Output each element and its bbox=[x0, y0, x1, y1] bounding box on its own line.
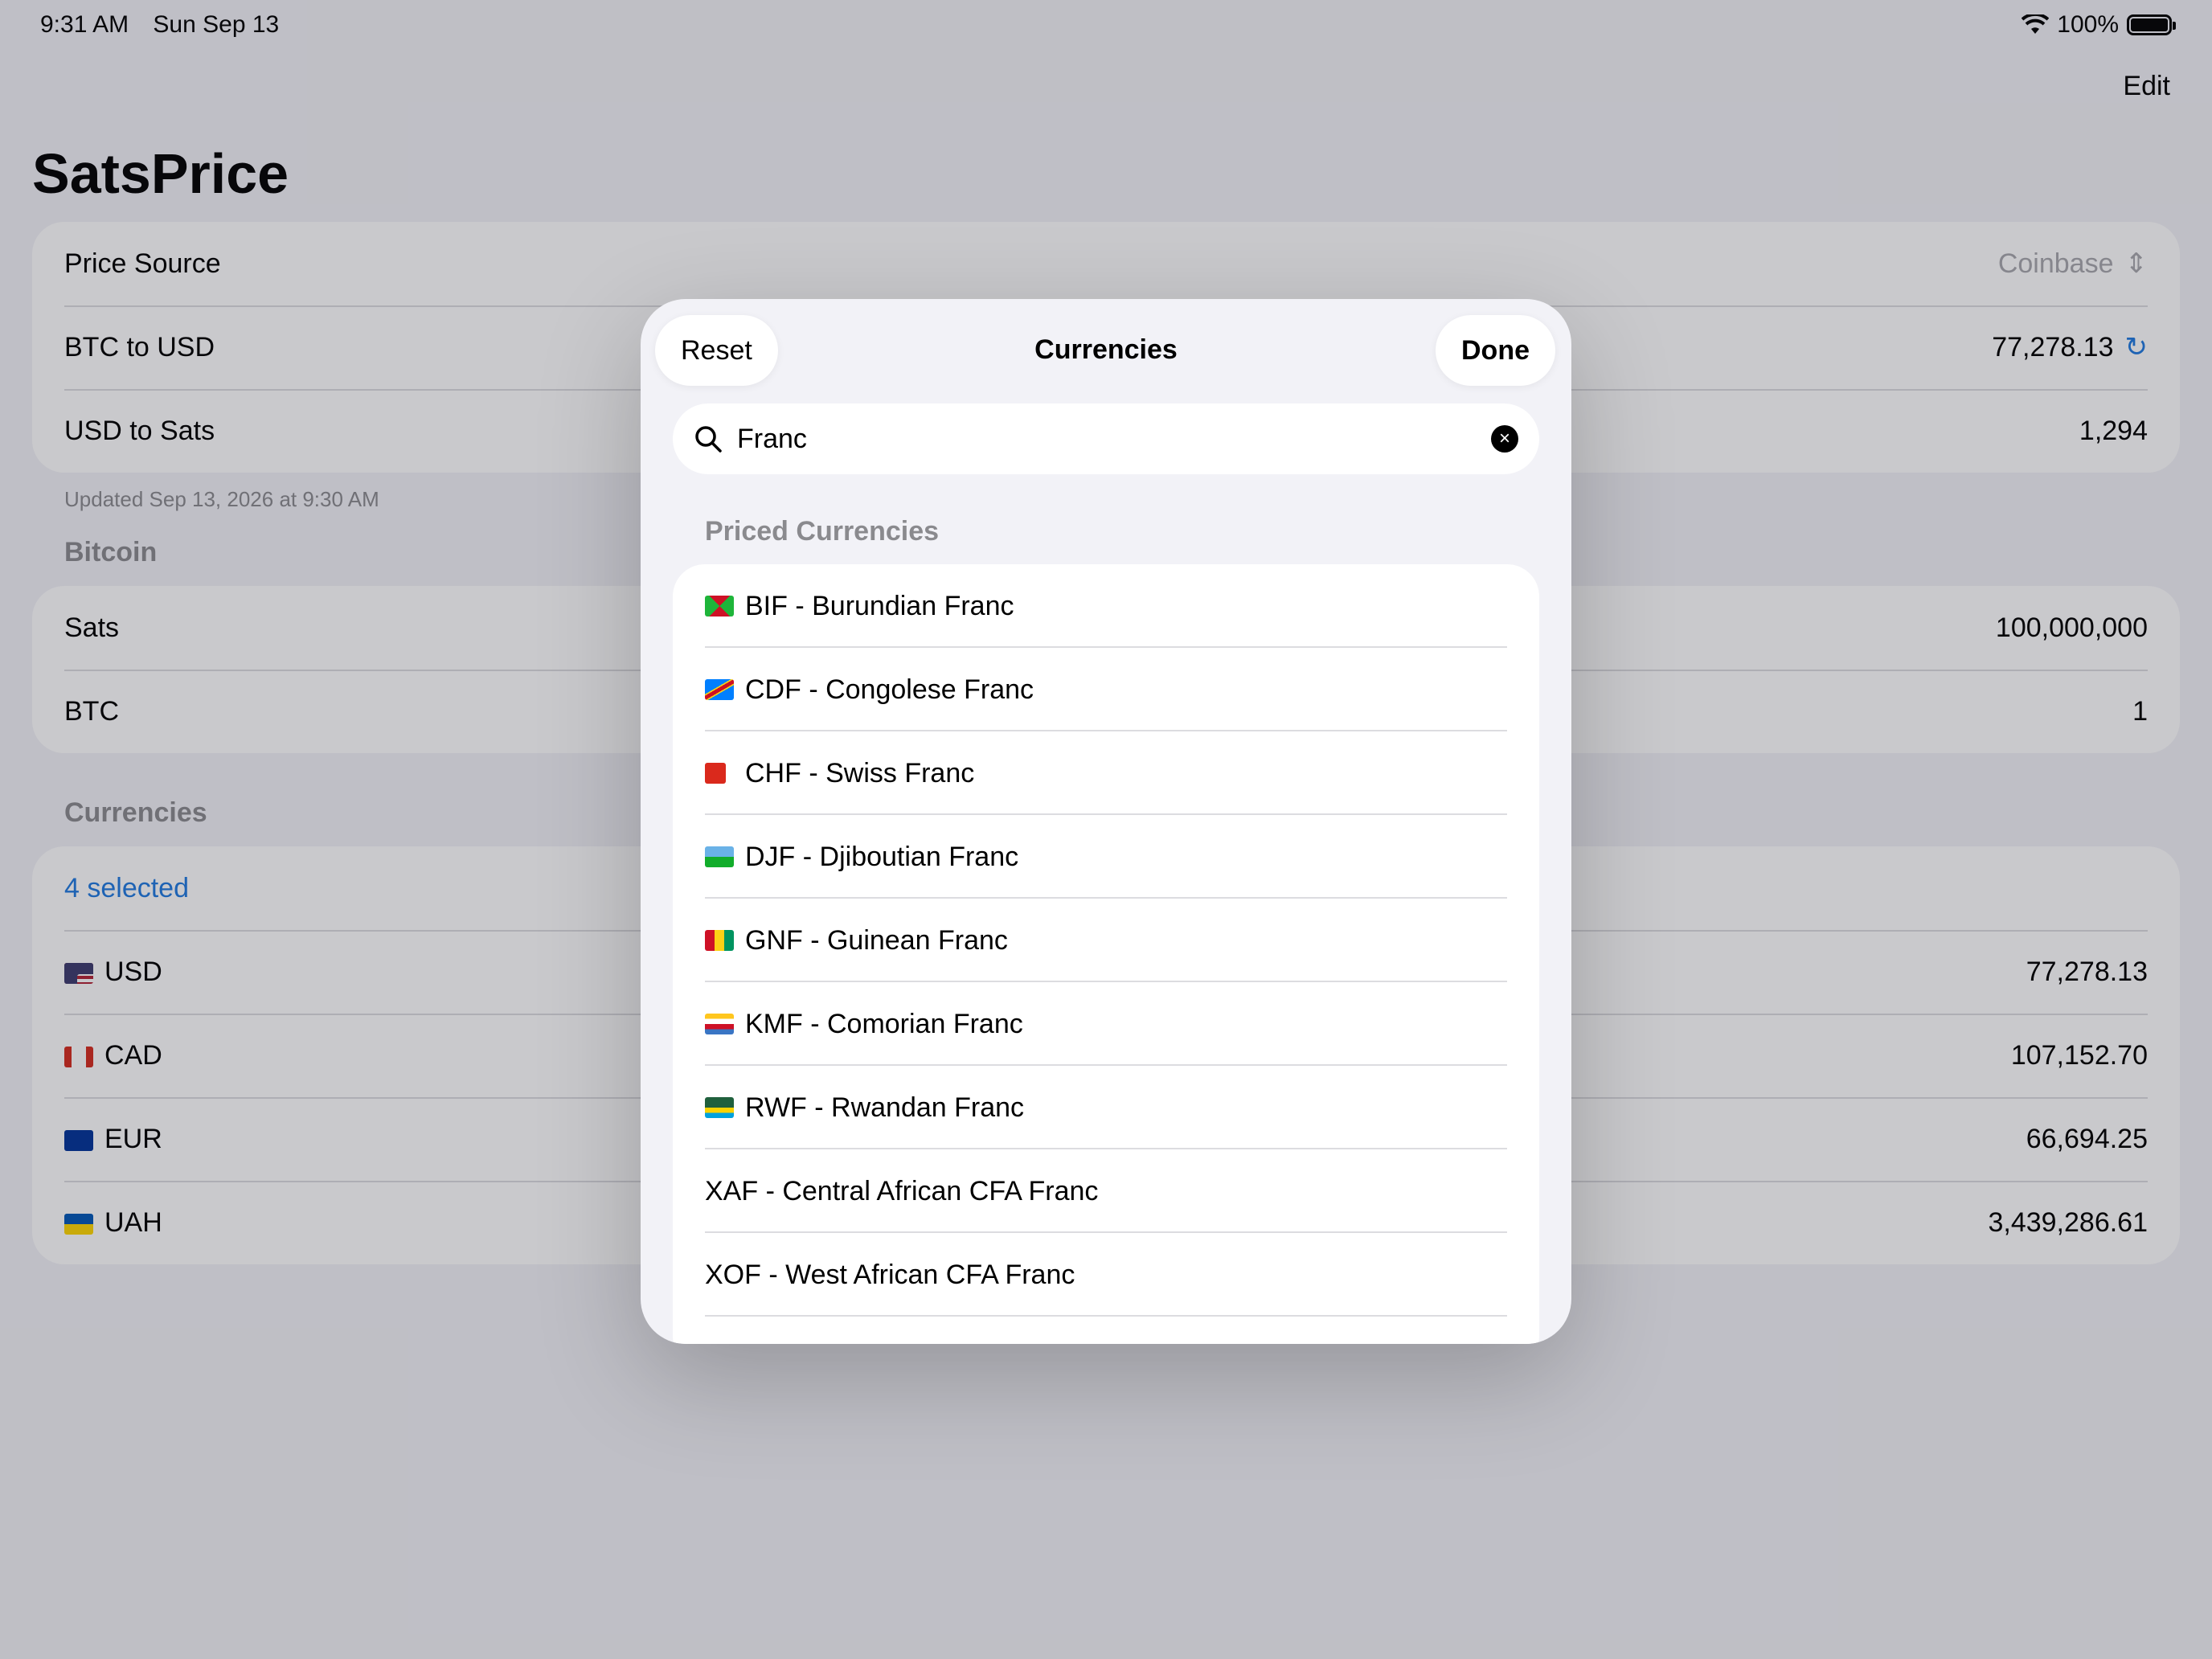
clear-search-icon[interactable]: × bbox=[1491, 425, 1518, 453]
list-item[interactable]: KMF - Comorian Franc bbox=[673, 982, 1539, 1066]
comoros-flag-icon bbox=[705, 1014, 734, 1034]
list-item[interactable]: RWF - Rwandan Franc bbox=[673, 1066, 1539, 1149]
search-input[interactable]: Franc bbox=[737, 424, 1491, 455]
list-item-label: XAF - Central African CFA Franc bbox=[705, 1175, 1099, 1206]
swiss-flag-icon bbox=[705, 763, 726, 784]
congo-flag-icon bbox=[705, 679, 734, 700]
list-item-label: CDF - Congolese Franc bbox=[745, 674, 1034, 705]
search-icon bbox=[695, 426, 722, 453]
list-item-label: XOF - West African CFA Franc bbox=[705, 1259, 1075, 1290]
list-item-label: DJF - Djiboutian Franc bbox=[745, 841, 1019, 872]
rwanda-flag-icon bbox=[705, 1097, 734, 1118]
list-item[interactable]: BIF - Burundian Franc bbox=[673, 564, 1539, 648]
list-item-label: GNF - Guinean Franc bbox=[745, 924, 1008, 956]
list-item[interactable]: GNF - Guinean Franc bbox=[673, 899, 1539, 982]
list-item[interactable]: CDF - Congolese Franc bbox=[673, 648, 1539, 731]
list-item[interactable]: DJF - Djiboutian Franc bbox=[673, 815, 1539, 899]
list-item[interactable]: XAF - Central African CFA Franc bbox=[673, 1149, 1539, 1233]
currency-search-results: BIF - Burundian Franc CDF - Congolese Fr… bbox=[673, 564, 1539, 1344]
djibouti-flag-icon bbox=[705, 846, 734, 867]
list-item-label: KMF - Comorian Franc bbox=[745, 1008, 1023, 1039]
done-button[interactable]: Done bbox=[1436, 315, 1555, 386]
screen: 9:31 AM Sun Sep 13 100% Edit SatsPrice P… bbox=[0, 0, 2212, 1659]
list-item-label: RWF - Rwandan Franc bbox=[745, 1092, 1025, 1123]
guinea-flag-icon bbox=[705, 930, 734, 951]
list-item[interactable]: CHF - Swiss Franc bbox=[673, 731, 1539, 815]
list-item-label: BIF - Burundian Franc bbox=[745, 590, 1014, 621]
list-item[interactable]: XOF - West African CFA Franc bbox=[673, 1233, 1539, 1317]
priced-currencies-header: Priced Currencies bbox=[705, 516, 940, 547]
burundi-flag-icon bbox=[705, 596, 734, 616]
modal-title: Currencies bbox=[1034, 334, 1178, 365]
currencies-modal: Reset Currencies Done Franc × Priced Cur… bbox=[641, 299, 1571, 1344]
list-item-label: CHF - Swiss Franc bbox=[745, 757, 975, 789]
search-field[interactable]: Franc × bbox=[673, 403, 1539, 474]
